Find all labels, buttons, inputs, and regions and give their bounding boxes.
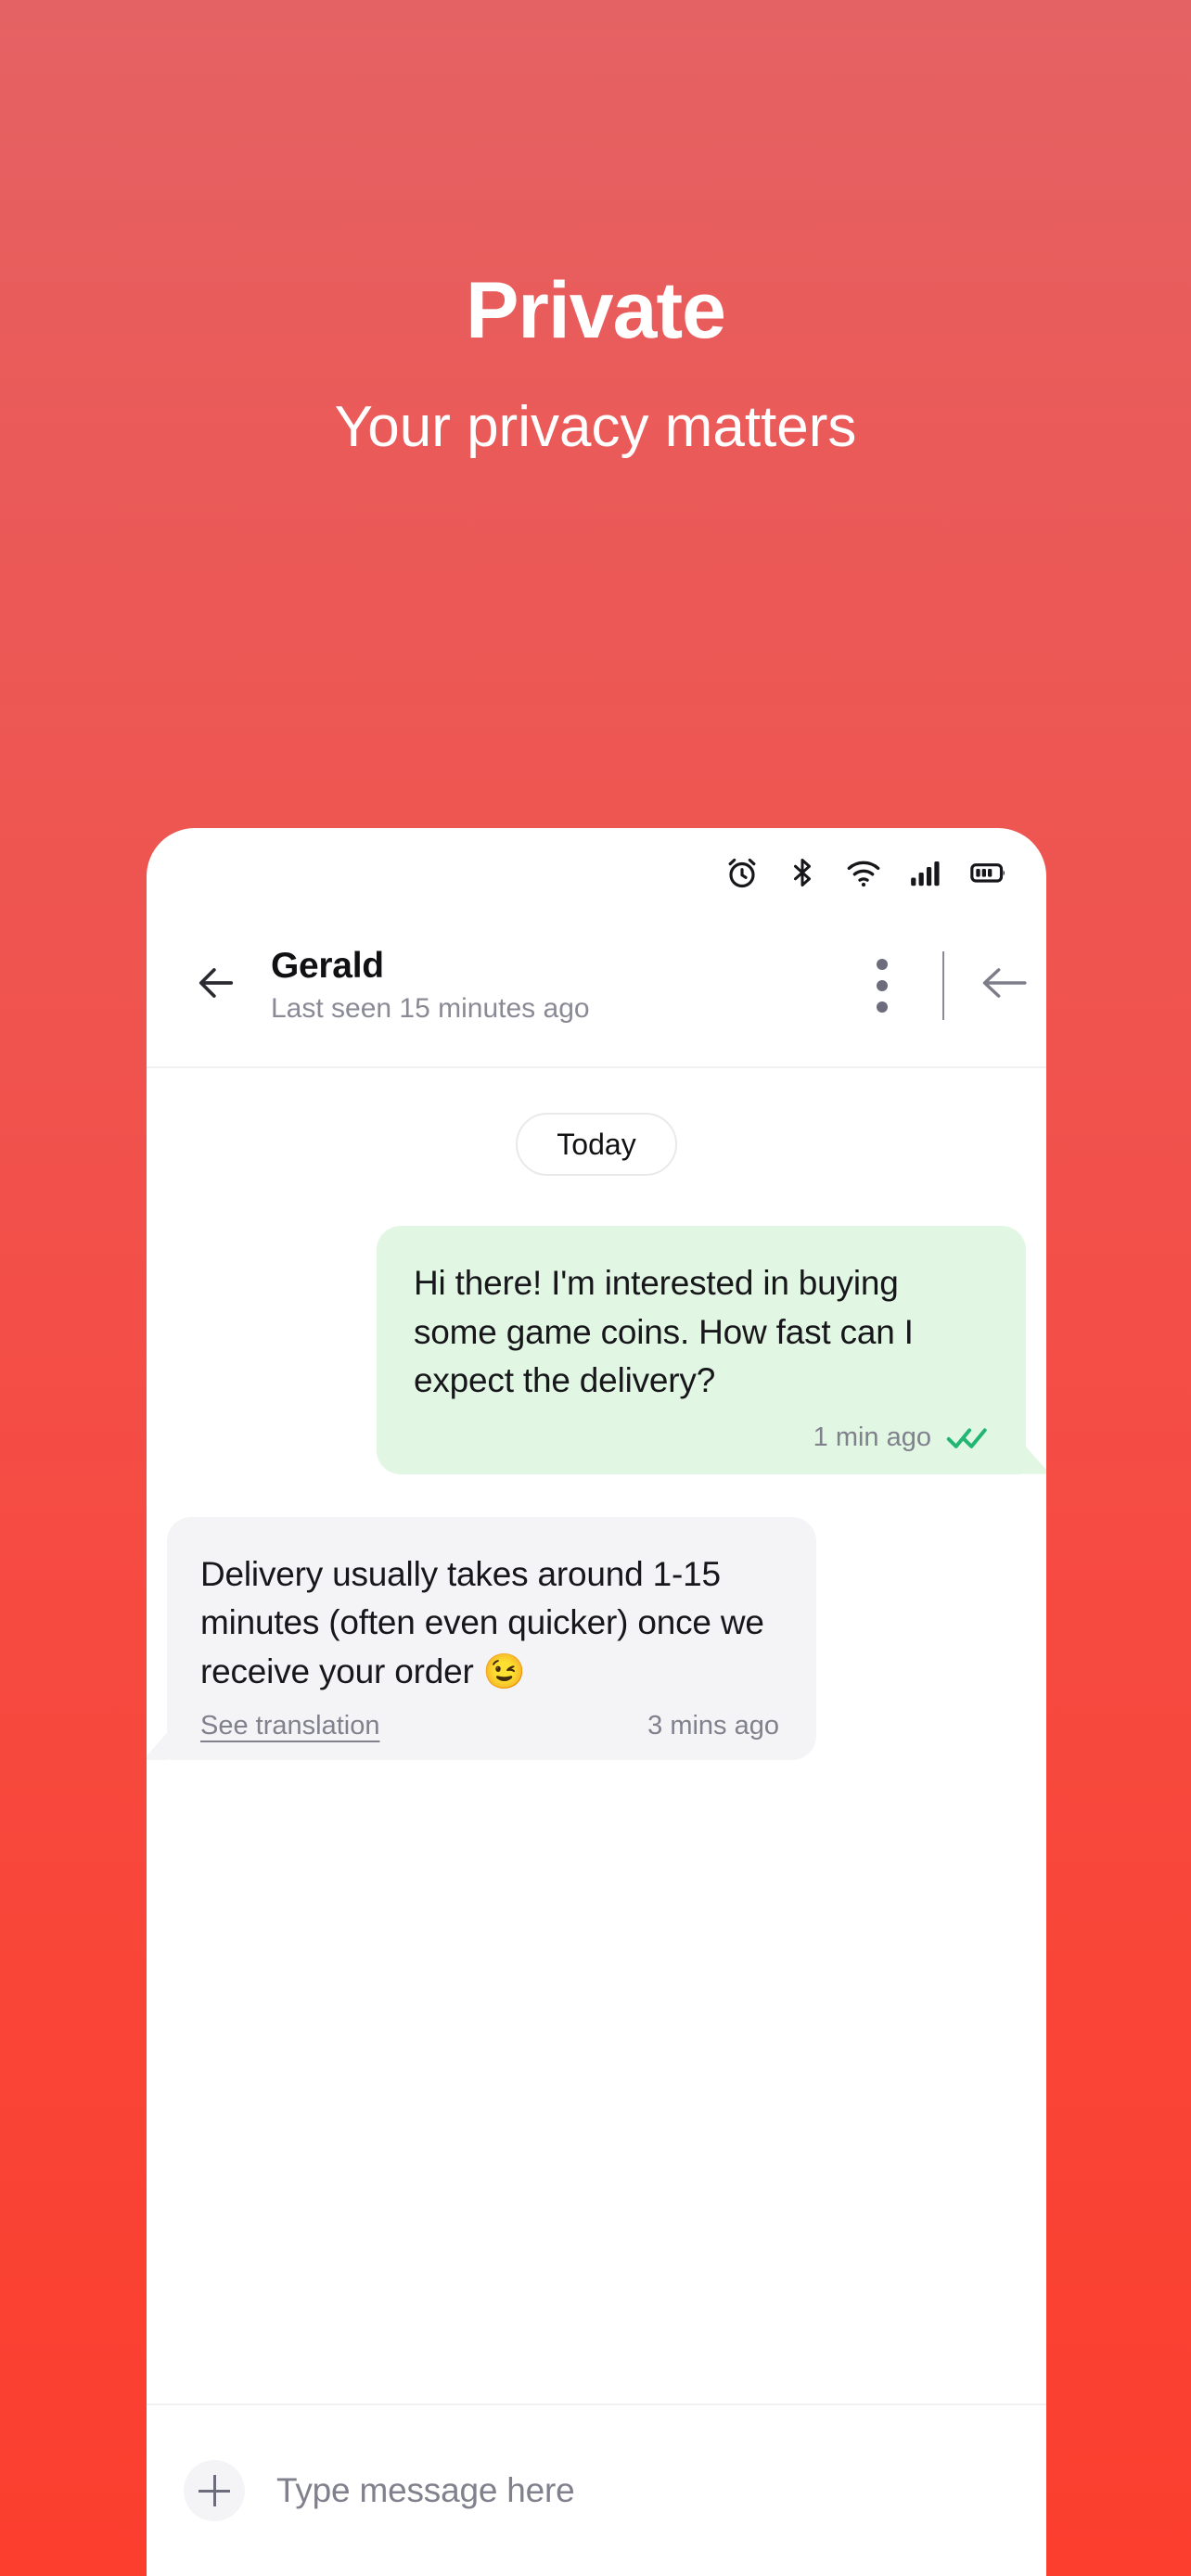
header-divider xyxy=(942,950,944,1020)
peer-info[interactable]: Gerald Last seen 15 minutes ago xyxy=(271,946,850,1025)
alarm-clock-icon xyxy=(724,854,761,891)
double-check-icon xyxy=(946,1424,989,1452)
message-row-incoming: Delivery usually takes around 1-15 minut… xyxy=(147,1474,1046,1761)
peer-name: Gerald xyxy=(271,945,384,986)
message-bubble-incoming[interactable]: Delivery usually takes around 1-15 minut… xyxy=(167,1516,816,1761)
message-meta: 1 min ago xyxy=(414,1424,989,1452)
day-divider-row: Today xyxy=(147,1113,1046,1176)
page-title: Private xyxy=(466,266,726,355)
header-actions xyxy=(850,945,1046,1027)
message-timestamp: 3 mins ago xyxy=(647,1711,779,1741)
back-button[interactable] xyxy=(184,953,249,1018)
message-timestamp: 1 min ago xyxy=(813,1422,931,1453)
message-meta: See translation 3 mins ago xyxy=(200,1713,779,1740)
kebab-dot xyxy=(877,979,888,991)
bluetooth-icon xyxy=(786,854,819,891)
hero-section: Private Your privacy matters xyxy=(0,0,1191,456)
battery-icon xyxy=(968,854,1011,891)
system-back-button[interactable] xyxy=(976,953,1046,1018)
arrow-left-icon xyxy=(976,959,1030,1012)
cellular-signal-icon xyxy=(908,854,943,891)
message-text: Delivery usually takes around 1-15 minut… xyxy=(200,1554,764,1690)
arrow-left-icon xyxy=(192,959,240,1012)
phone-mockup: Gerald Last seen 15 minutes ago Today Hi… xyxy=(147,828,1046,2576)
more-vertical-icon[interactable] xyxy=(850,945,915,1027)
see-translation-link[interactable]: See translation xyxy=(200,1713,379,1740)
kebab-dot xyxy=(877,958,888,970)
message-composer xyxy=(147,2404,1046,2576)
day-divider-chip: Today xyxy=(516,1113,677,1176)
page-subtitle: Your privacy matters xyxy=(334,395,857,459)
chat-message-list[interactable]: Today Hi there! I'm interested in buying… xyxy=(147,1068,1046,2404)
wifi-icon xyxy=(844,854,883,891)
chat-header: Gerald Last seen 15 minutes ago xyxy=(147,904,1046,1068)
status-bar xyxy=(147,828,1046,904)
plus-icon[interactable] xyxy=(184,2460,245,2521)
peer-status: Last seen 15 minutes ago xyxy=(271,992,590,1024)
message-text: Hi there! I'm interested in buying some … xyxy=(414,1264,914,1400)
message-input[interactable] xyxy=(276,2471,1009,2510)
message-bubble-outgoing[interactable]: Hi there! I'm interested in buying some … xyxy=(377,1226,1026,1474)
kebab-dot xyxy=(877,1001,888,1013)
message-row-outgoing: Hi there! I'm interested in buying some … xyxy=(147,1176,1046,1474)
